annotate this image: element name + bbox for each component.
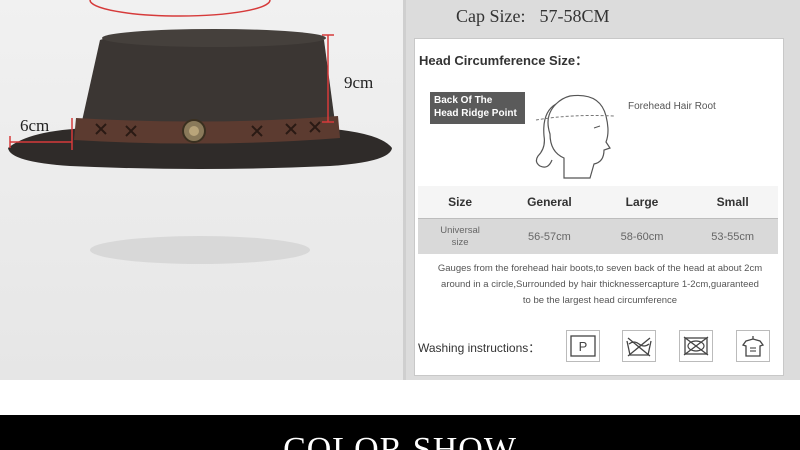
hat-shadow <box>90 236 310 264</box>
band-concho-center <box>189 126 199 136</box>
universal-line2: size <box>451 236 469 248</box>
size-table-row: Universal size 56-57cm 58-60cm 53-55cm <box>418 218 778 254</box>
head-circumference-title: Head Circumference Size： <box>419 53 589 68</box>
hat-top <box>102 29 326 47</box>
color-show-banner: COLOR SHOW <box>0 415 800 450</box>
hat-illustration <box>8 0 392 264</box>
no-tumble-dry-icon <box>679 330 713 362</box>
head-ridge-badge: Back Of The Head Ridge Point <box>430 92 525 124</box>
hang-dry-icon <box>736 330 770 362</box>
size-cell-small: 53-55cm <box>687 218 778 254</box>
height-dimension-label: 9cm <box>344 73 374 92</box>
gauge-note-line2: around in a circle,Surrounded by hair th… <box>441 279 759 290</box>
size-table-header: General <box>502 186 597 219</box>
brim-dimension-label: 6cm <box>20 116 50 135</box>
size-cell-universal: Universal size <box>418 218 503 254</box>
ridge-label-line1: Back Of The <box>434 95 493 106</box>
washing-instructions-label: Washing instructions： <box>418 341 541 355</box>
size-table-header: Small <box>687 186 778 219</box>
p-dry-clean-icon: P <box>566 330 600 362</box>
gauge-note-line1: Gauges from the forehead hair boots,to s… <box>437 263 763 274</box>
gauge-note-line3: to be the largest head circumference <box>522 295 678 306</box>
ridge-label-line2: Head Ridge Point <box>434 108 517 119</box>
cap-size-value: 57-58CM <box>539 6 610 26</box>
product-photo-panel <box>0 0 403 380</box>
size-table-header: Size <box>418 186 503 219</box>
size-table-header: Large <box>596 186 688 219</box>
cap-size: Cap Size: 57-58CM <box>456 6 610 27</box>
no-wash-icon <box>622 330 656 362</box>
gauge-note: Gauges from the forehead hair boots,to s… <box>420 261 780 309</box>
head-measure-illustration <box>535 94 615 179</box>
size-table-header-row: Size General Large Small <box>418 186 778 219</box>
universal-line1: Universal <box>440 224 480 236</box>
size-table: Size General Large Small Universal size … <box>418 186 778 254</box>
cap-size-label: Cap Size: <box>456 6 526 26</box>
crown-circle-marker <box>89 0 271 17</box>
forehead-hair-root-label: Forehead Hair Root <box>628 101 716 112</box>
size-cell-general: 56-57cm <box>502 218 597 254</box>
size-cell-large: 58-60cm <box>596 218 688 254</box>
p-letter: P <box>579 339 588 354</box>
color-show-title: COLOR SHOW <box>283 431 517 450</box>
